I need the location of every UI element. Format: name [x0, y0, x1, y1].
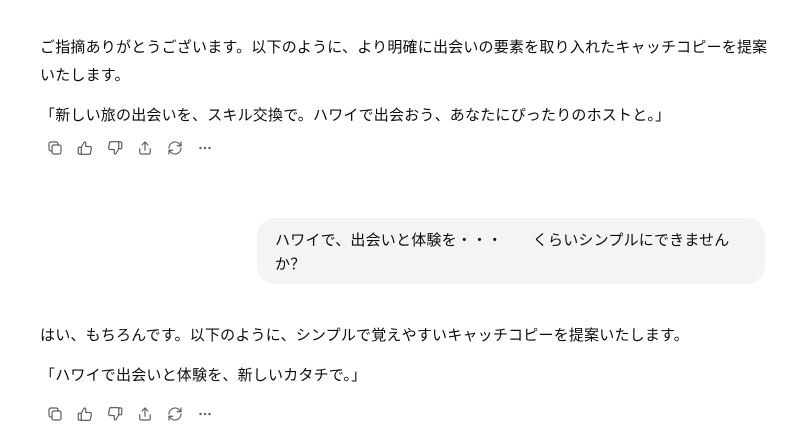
assistant-message-2: はい、もちろんです。以下のように、シンプルで覚えやすいキャッチコピーを提案いたし… [40, 321, 780, 389]
copy-button[interactable] [40, 402, 70, 426]
copy-icon [48, 407, 62, 421]
thumbs-down-button[interactable] [100, 402, 130, 426]
user-message-bubble: ハワイで、出会いと体験を・・・ くらいシンプルにできませんか？ [257, 218, 765, 284]
share-icon [139, 407, 151, 421]
thumbs-up-button[interactable] [70, 402, 100, 426]
regenerate-icon [168, 141, 182, 155]
more-button[interactable] [190, 402, 220, 426]
share-button[interactable] [130, 136, 160, 160]
thumbs-up-button[interactable] [70, 136, 100, 160]
assistant-message-1-paragraph-2: 「新しい旅の出会いを、スキル交換で。ハワイで出会おう、あなたにぴったりのホストと… [40, 106, 671, 124]
copy-icon [48, 141, 62, 155]
more-icon [199, 146, 211, 150]
thumbs-down-icon [108, 141, 123, 155]
user-message-text: ハワイで、出会いと体験を・・・ くらいシンプルにできませんか？ [275, 231, 730, 273]
more-icon [199, 412, 211, 416]
share-button[interactable] [130, 402, 160, 426]
assistant-message-2-paragraph-1: はい、もちろんです。以下のように、シンプルで覚えやすいキャッチコピーを提案いたし… [40, 326, 689, 344]
thumbs-up-icon [77, 407, 92, 421]
more-button[interactable] [190, 136, 220, 160]
assistant-message-1-paragraph-1: ご指摘ありがとうございます。以下のように、より明確に出会いの要素を取り入れたキャ… [40, 38, 768, 84]
regenerate-icon [168, 407, 182, 421]
thumbs-down-button[interactable] [100, 136, 130, 160]
regenerate-button[interactable] [160, 136, 190, 160]
thumbs-down-icon [108, 407, 123, 421]
assistant-message-2-paragraph-2: 「ハワイで出会いと体験を、新しいカタチで。」 [40, 366, 367, 384]
share-icon [139, 141, 151, 155]
message-actions-toolbar-1 [40, 136, 220, 160]
thumbs-up-icon [77, 141, 92, 155]
message-actions-toolbar-2 [40, 402, 220, 426]
assistant-message-1: ご指摘ありがとうございます。以下のように、より明確に出会いの要素を取り入れたキャ… [40, 33, 780, 129]
copy-button[interactable] [40, 136, 70, 160]
regenerate-button[interactable] [160, 402, 190, 426]
